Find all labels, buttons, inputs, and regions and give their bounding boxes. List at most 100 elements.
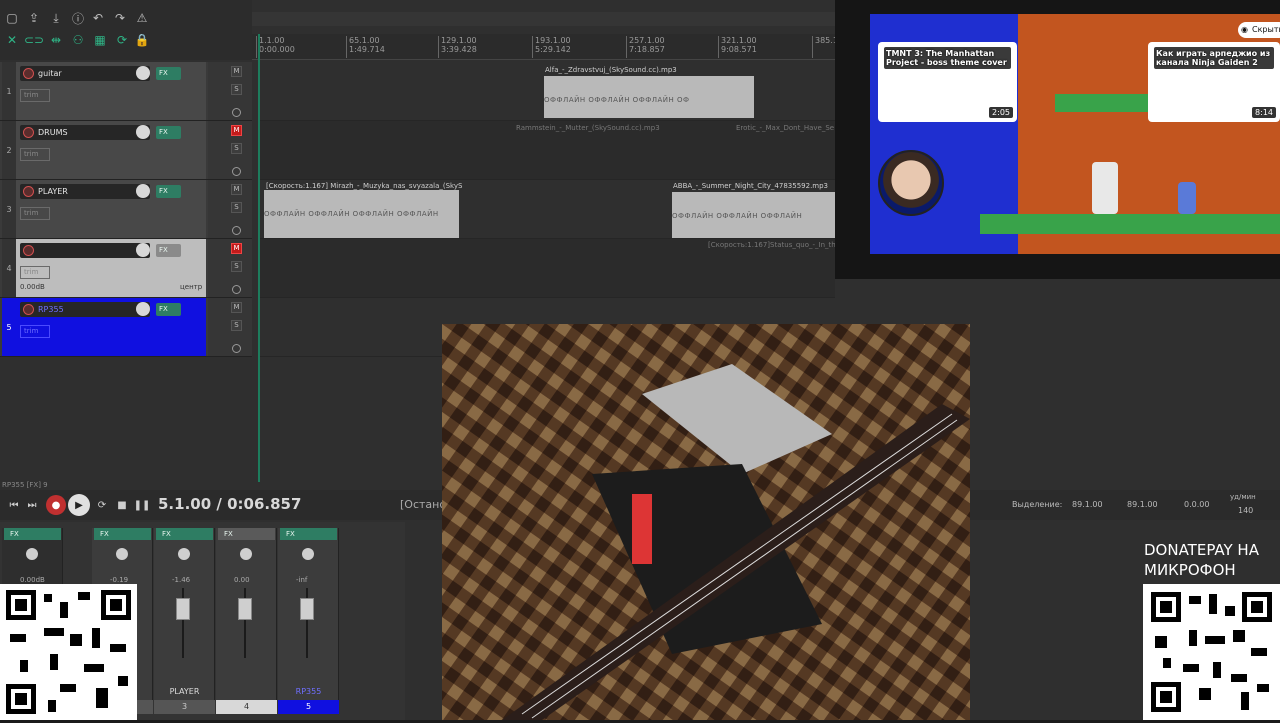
track-name-field[interactable]: DRUMS (20, 125, 150, 140)
solo-button[interactable]: S (231, 320, 242, 331)
pause-icon[interactable]: ❚❚ (134, 497, 151, 513)
fx-button[interactable]: FX (218, 528, 275, 540)
pan-knob[interactable] (178, 548, 190, 560)
solo-button[interactable]: S (231, 202, 242, 213)
timeline-ruler[interactable]: 1.1.00 0:00.000 65.1.00 1:49.714 129.1.00 3… (252, 34, 838, 60)
record-arm-icon[interactable] (23, 127, 34, 138)
master-label: RP355 [FX] 9 (2, 481, 48, 489)
fx-button[interactable]: FX (156, 126, 181, 139)
fx-button[interactable]: FX (156, 303, 181, 316)
fx-button[interactable]: FX (156, 528, 213, 540)
save-icon[interactable]: ⤓ (48, 10, 64, 26)
go-end-icon[interactable]: ⏭ (24, 497, 40, 513)
new-project-icon[interactable]: ▢ (4, 10, 20, 26)
pan-knob[interactable] (26, 548, 38, 560)
link-icon[interactable]: ⊂⊃ (24, 32, 44, 48)
record-arm-icon[interactable] (23, 245, 34, 256)
track-right (208, 239, 252, 297)
trim-button[interactable]: trim (20, 89, 50, 102)
item-waveform: ОФФЛАЙН ОФФЛАЙН ОФФЛАЙН ОФФЛАЙН (264, 210, 439, 218)
undo-icon[interactable]: ↶ (90, 10, 106, 26)
track-4[interactable]: 4 FX trim 0.00dB центр M S (0, 239, 252, 298)
trim-button[interactable]: trim (20, 325, 50, 338)
fx-button[interactable]: FX (156, 67, 181, 80)
phase-icon[interactable] (232, 344, 241, 353)
mute-button[interactable]: M (231, 302, 242, 313)
solo-button[interactable]: S (231, 261, 242, 272)
go-start-icon[interactable]: ⏮ (6, 497, 22, 513)
record-icon[interactable]: ● (46, 495, 66, 515)
lock-icon[interactable]: 🔒 (134, 32, 150, 48)
pan-knob[interactable] (240, 548, 252, 560)
phase-icon[interactable] (232, 167, 241, 176)
media-item[interactable]: ОФФЛАЙН ОФФЛАЙН ОФФЛАЙН (672, 192, 835, 238)
grid-snap-icon[interactable]: ✕ (4, 32, 20, 48)
volume-knob[interactable] (136, 66, 150, 80)
channel-avatar[interactable] (878, 150, 944, 216)
track-3[interactable]: 3 PLAYER FX trim M S (0, 180, 252, 239)
stop-icon[interactable]: ■ (114, 497, 130, 513)
solo-button[interactable]: S (231, 84, 242, 95)
scrollbar-top[interactable] (252, 12, 835, 26)
phase-icon[interactable] (232, 285, 241, 294)
track-name-field[interactable]: PLAYER (20, 184, 150, 199)
track-name-field[interactable]: guitar (20, 66, 150, 81)
bpm-value[interactable]: 140 (1238, 506, 1253, 515)
volume-knob[interactable] (136, 302, 150, 316)
mute-button[interactable]: M (231, 125, 242, 136)
track-2[interactable]: 2 DRUMS FX trim M S (0, 121, 252, 180)
media-item[interactable]: ОФФЛАЙН ОФФЛАЙН ОФФЛАЙН ОФ (544, 76, 754, 118)
group-icon[interactable]: ⚇ (70, 32, 86, 48)
track-name-field[interactable]: RP355 (20, 302, 150, 317)
track-volume-readout: 0.00dB (20, 283, 45, 291)
redo-icon[interactable]: ↷ (112, 10, 128, 26)
track-5[interactable]: 5 RP355 FX trim M S (0, 298, 252, 357)
phase-icon[interactable] (232, 108, 241, 117)
volume-readout: -0.19 (110, 576, 129, 584)
phase-icon[interactable] (232, 226, 241, 235)
repeat-icon[interactable]: ⟳ (94, 497, 110, 513)
pan-knob[interactable] (116, 548, 128, 560)
fx-button[interactable]: FX (94, 528, 151, 540)
selection-start[interactable]: 89.1.00 (1072, 500, 1103, 509)
play-icon[interactable]: ▶ (68, 494, 90, 516)
volume-knob[interactable] (136, 243, 150, 257)
open-icon[interactable]: ⇪ (26, 10, 42, 26)
mute-button[interactable]: M (231, 66, 242, 77)
record-arm-icon[interactable] (23, 68, 34, 79)
grid-icon[interactable]: ▦ (92, 32, 108, 48)
track-name: RP355 (38, 305, 64, 314)
solo-button[interactable]: S (231, 143, 242, 154)
pan-knob[interactable] (302, 548, 314, 560)
qr-code-left (0, 584, 137, 720)
record-arm-icon[interactable] (23, 304, 34, 315)
volume-fader[interactable] (300, 598, 314, 620)
hide-button[interactable]: ◉ Скрыть (1238, 22, 1280, 38)
media-item[interactable]: ОФФЛАЙН ОФФЛАЙН ОФФЛАЙН ОФФЛАЙН (264, 190, 459, 238)
trim-button[interactable]: trim (20, 266, 50, 279)
selection-length[interactable]: 0.0.00 (1184, 500, 1209, 509)
trim-button[interactable]: trim (20, 148, 50, 161)
metronome-icon[interactable]: ⚠ (134, 10, 150, 26)
track-name-field[interactable] (20, 243, 150, 258)
ripple-icon[interactable]: ⇹ (48, 32, 64, 48)
track-number: 4 (2, 239, 16, 297)
loop-icon[interactable]: ⟳ (114, 32, 130, 48)
info-icon[interactable]: ⓘ (70, 10, 86, 26)
fx-button[interactable]: FX (4, 528, 61, 540)
volume-fader[interactable] (176, 598, 190, 620)
fx-button[interactable]: FX (280, 528, 337, 540)
volume-fader[interactable] (238, 598, 252, 620)
mute-button[interactable]: M (231, 243, 242, 254)
track-1[interactable]: 1 guitar FX trim M S (0, 62, 252, 121)
volume-knob[interactable] (136, 184, 150, 198)
suggested-video-card[interactable]: Как играть арпеджио из канала Ninja Gaid… (1148, 42, 1280, 122)
suggested-video-card[interactable]: TMNT 3: The Manhattan Project - boss the… (878, 42, 1017, 122)
fx-button[interactable]: FX (156, 185, 181, 198)
selection-end[interactable]: 89.1.00 (1127, 500, 1158, 509)
fx-button[interactable]: FX (156, 244, 181, 257)
volume-knob[interactable] (136, 125, 150, 139)
record-arm-icon[interactable] (23, 186, 34, 197)
trim-button[interactable]: trim (20, 207, 50, 220)
mute-button[interactable]: M (231, 184, 242, 195)
